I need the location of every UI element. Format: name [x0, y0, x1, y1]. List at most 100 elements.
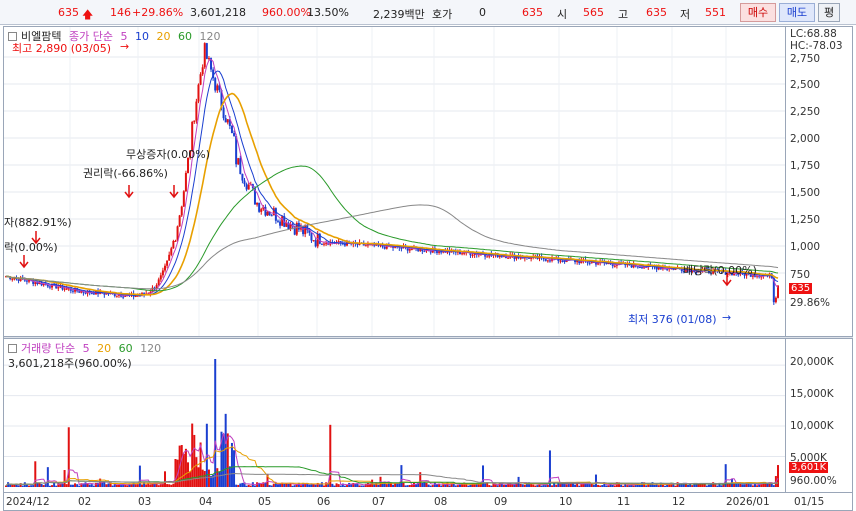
y-tick: 2,250: [790, 106, 821, 118]
volume-bar: [590, 483, 593, 487]
candle-body: [182, 191, 185, 207]
volume-bar: [270, 485, 273, 487]
candle-body: [122, 296, 125, 298]
ma20-legend: 20: [156, 30, 171, 43]
x-tick: 02: [78, 496, 92, 508]
buy-button[interactable]: 매수: [740, 3, 776, 22]
current-price: 635: [58, 6, 79, 19]
right-arrow-icon: →: [120, 40, 130, 53]
volume-bar: [385, 484, 388, 487]
low-annotation: 최저 376 (01/08): [628, 313, 717, 326]
candle-body: [178, 215, 181, 227]
volume-bar: [46, 467, 49, 487]
volume-legend: 거래량 단순 5 20 60 120: [8, 340, 165, 356]
candle-body: [193, 120, 196, 122]
volume-bar: [166, 484, 169, 487]
candle-body: [48, 286, 51, 288]
candle-body: [174, 240, 177, 242]
volume-bar: [458, 484, 461, 487]
volume-bar: [235, 484, 238, 487]
volume-bar: [766, 483, 769, 487]
volume-bar: [53, 482, 56, 487]
price-change-pct: +29.86%: [132, 6, 184, 19]
candle-body: [134, 295, 137, 297]
volume-bar: [749, 484, 752, 487]
volume-bar: [84, 482, 87, 487]
ma10-legend: 10: [134, 30, 149, 43]
candle-body: [172, 241, 175, 249]
volume-bar: [245, 485, 248, 487]
x-tick: 01/15: [794, 496, 825, 508]
volume-bar: [184, 448, 187, 487]
volume-bar: [203, 471, 206, 487]
volume-bar: [406, 485, 409, 487]
volume-bar: [356, 484, 359, 487]
vma20-legend: 20: [97, 342, 112, 355]
price-chart[interactable]: [4, 27, 785, 336]
candle-body: [276, 220, 279, 222]
volume-bar: [739, 483, 742, 487]
volume-bar: [32, 485, 35, 487]
volume-bar: [661, 484, 664, 487]
volume-bar: [61, 483, 64, 487]
volume-bar: [402, 482, 405, 487]
volume-bar: [429, 485, 432, 487]
candle-body: [310, 232, 313, 241]
vma5-legend: 5: [82, 342, 90, 355]
volume-bar: [668, 484, 671, 487]
y-tick: 2,000: [790, 133, 821, 145]
volume-bar: [496, 485, 499, 487]
candle-body: [201, 67, 204, 75]
volume-bar: [291, 485, 294, 487]
candle-body: [304, 225, 307, 235]
dividend-annotation: 배당락(0.00%): [683, 264, 757, 277]
volume-bar: [653, 484, 656, 487]
sell-button[interactable]: 매도: [779, 3, 815, 22]
volume-bar: [187, 462, 190, 487]
volume-bar: [69, 484, 72, 487]
volume-bar: [687, 484, 690, 487]
volume-bar: [565, 484, 568, 487]
x-tick: 12: [672, 496, 686, 508]
volume-bar: [469, 484, 472, 487]
volume-bar: [519, 483, 522, 487]
candle-body: [320, 243, 323, 245]
volume-bar: [655, 484, 658, 487]
volume-bar: [308, 484, 311, 487]
panel-toggle-icon[interactable]: [8, 344, 17, 353]
volume-bar: [331, 483, 334, 487]
y-tick: 2,750: [790, 53, 821, 65]
event-arrow-icon: [169, 185, 179, 199]
candle-body: [486, 256, 489, 258]
volume-bar: [164, 471, 167, 487]
volume-bar: [517, 476, 520, 487]
ex-right-annotation: 락(0.00%): [4, 241, 58, 254]
eval-button[interactable]: 평: [818, 3, 840, 22]
rights-free-annotation: 무상증자(0.00%): [126, 148, 211, 161]
volume-bar: [645, 485, 648, 487]
candle-body: [71, 290, 74, 292]
volume-bar: [622, 485, 625, 487]
volume-bar: [521, 484, 524, 487]
volume-bar: [551, 485, 554, 487]
volume-bar: [431, 485, 434, 487]
current-pct-tag: 29.86%: [790, 297, 831, 309]
volume-bar: [392, 484, 395, 487]
volume-bar: [333, 485, 336, 487]
volume-bar: [222, 434, 225, 487]
vma60-legend: 60: [118, 342, 133, 355]
volume-bar: [103, 482, 106, 487]
volume-bar: [592, 484, 595, 487]
volume-bar: [172, 483, 175, 487]
vol-y-tick: 10,000K: [790, 420, 834, 432]
volume-bar: [354, 483, 357, 487]
rights-annotation: 권리락(-66.86%): [83, 167, 168, 180]
high-label: 고: [618, 8, 629, 21]
volume-bar: [233, 450, 236, 487]
volume-bar: [28, 485, 31, 487]
volume-bar: [626, 485, 629, 487]
volume-bar: [657, 485, 660, 487]
volume-bar: [134, 484, 137, 487]
trade-amount: 2,239백만: [373, 8, 425, 21]
volume-bar: [578, 485, 581, 487]
